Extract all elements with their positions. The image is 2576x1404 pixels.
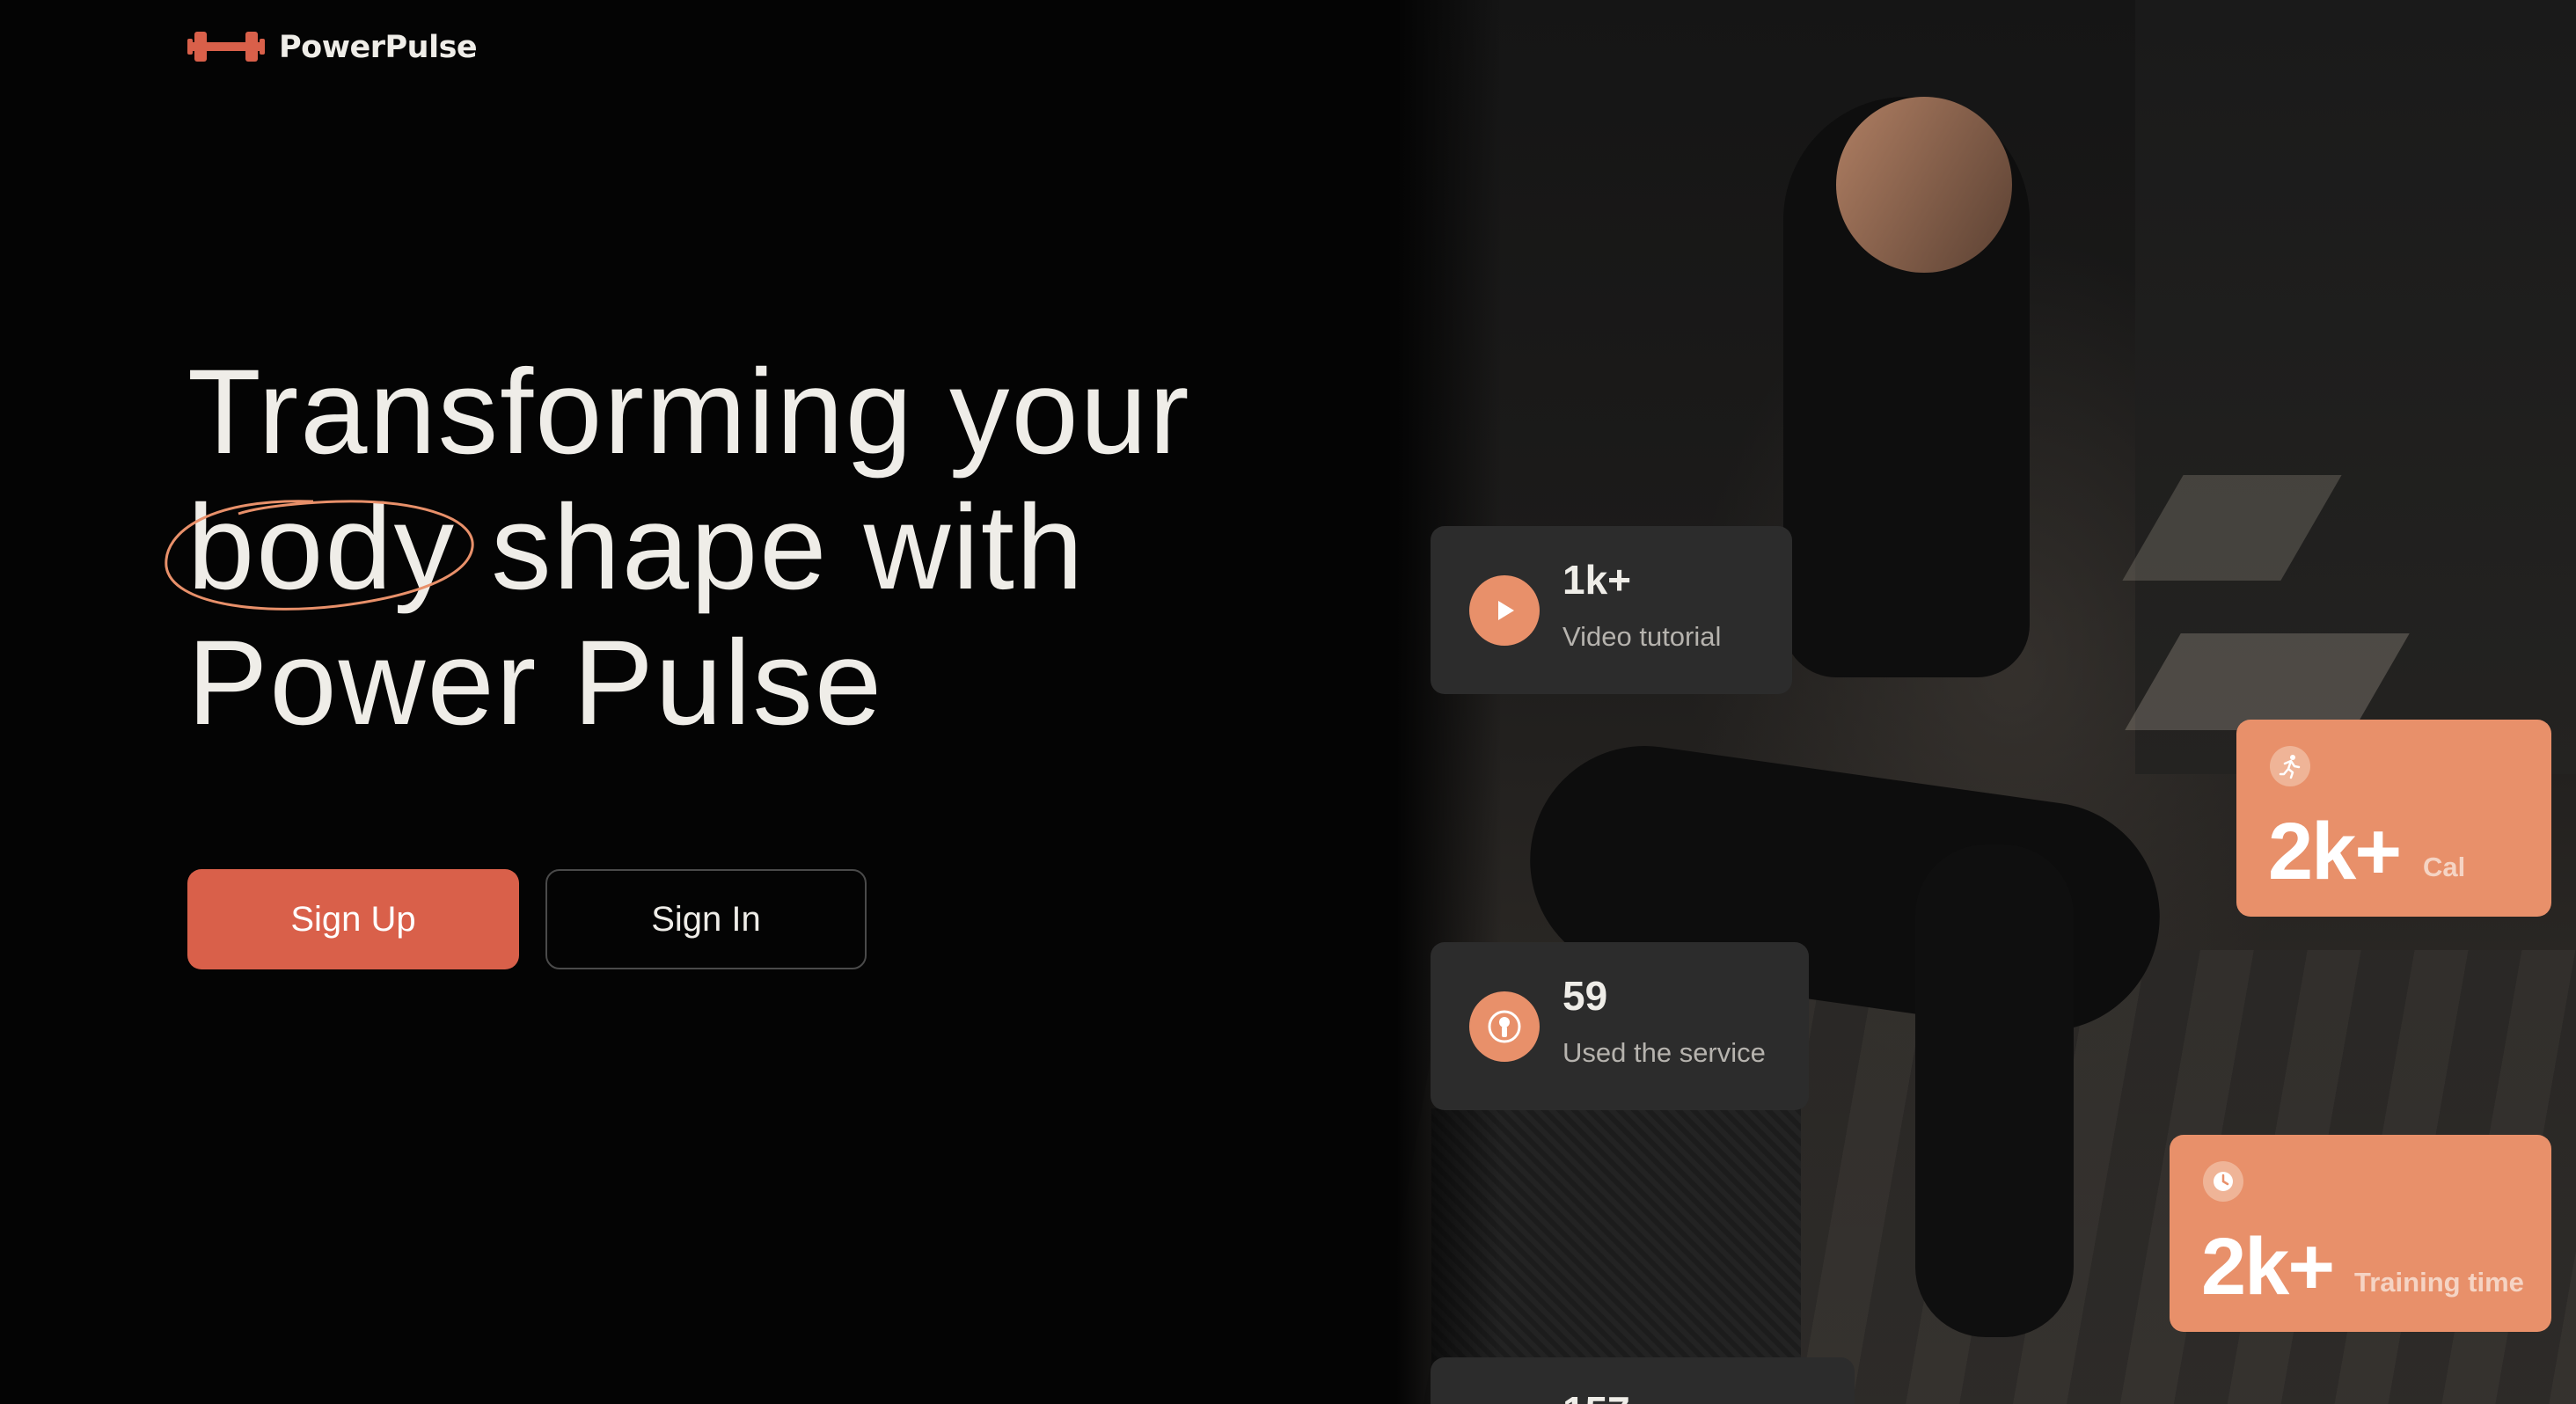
brand-logo[interactable]: PowerPulse bbox=[187, 25, 478, 70]
sign-up-button[interactable]: Sign Up bbox=[187, 869, 519, 969]
stat-label: Training time bbox=[2354, 1267, 2524, 1298]
dumbbell-icon bbox=[187, 32, 265, 62]
clock-icon bbox=[2203, 1161, 2243, 1202]
stat-value: 1k+ bbox=[1562, 557, 1632, 603]
hero-line-2: body shape with bbox=[165, 480, 1349, 616]
stat-card-calories: 2k+ Cal bbox=[2236, 720, 2551, 917]
stat-value: 2k+ bbox=[2268, 807, 2402, 896]
running-icon bbox=[2270, 746, 2310, 786]
sign-in-button[interactable]: Sign In bbox=[545, 869, 867, 969]
stat-card-users: 59 Used the service bbox=[1431, 942, 1809, 1110]
brand-name: PowerPulse bbox=[279, 30, 478, 65]
stat-card-partial: 157 bbox=[1431, 1357, 1855, 1404]
stat-value: 2k+ bbox=[2201, 1222, 2335, 1312]
hero-accent-text: body bbox=[187, 480, 457, 615]
hero-line-3: Power Pulse bbox=[187, 616, 884, 750]
hero-accent-word: body bbox=[165, 480, 474, 616]
stat-value: 157 bbox=[1562, 1387, 1630, 1404]
stat-value: 59 bbox=[1562, 973, 1608, 1019]
stat-card-training-time: 2k+ Training time bbox=[2170, 1135, 2551, 1332]
hero-title: Transforming your body shape with Power … bbox=[165, 345, 1349, 751]
stat-label: Video tutorial bbox=[1562, 621, 1722, 652]
play-icon bbox=[1469, 575, 1540, 646]
hero-line-1: Transforming your bbox=[187, 345, 1191, 479]
hero-line-2-rest: shape with bbox=[456, 480, 1086, 615]
hero-actions: Sign Up Sign In bbox=[187, 869, 867, 969]
stat-card-video: 1k+ Video tutorial bbox=[1431, 526, 1792, 694]
user-icon bbox=[1469, 991, 1540, 1062]
stat-label: Used the service bbox=[1562, 1037, 1766, 1068]
stat-label: Cal bbox=[2423, 852, 2466, 882]
